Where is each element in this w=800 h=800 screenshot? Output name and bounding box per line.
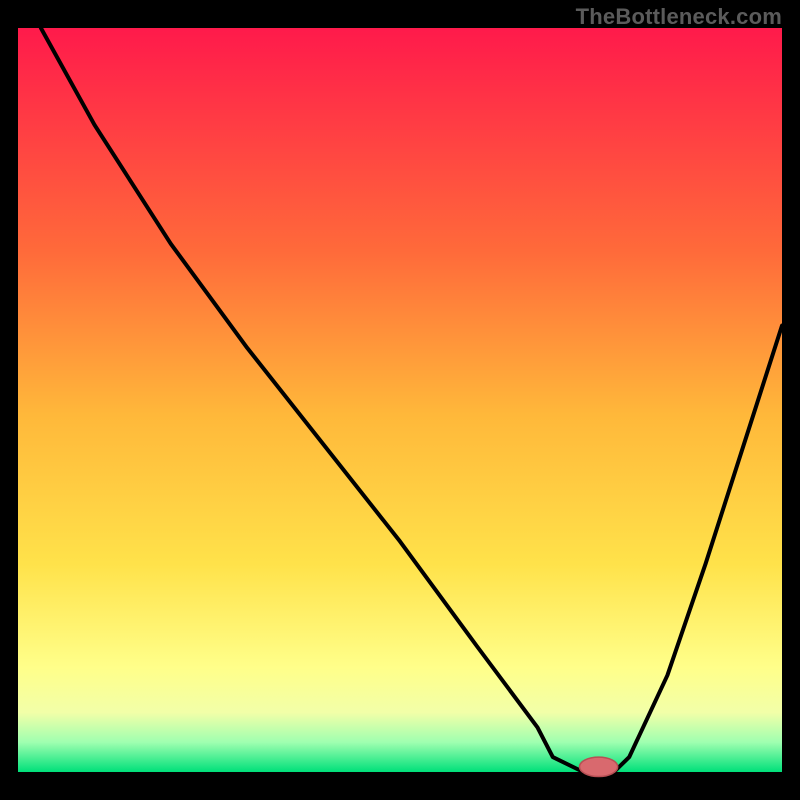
watermark-text: TheBottleneck.com — [576, 4, 782, 30]
optimal-marker — [580, 757, 618, 776]
chart-stage: TheBottleneck.com — [0, 0, 800, 800]
plot-background — [18, 28, 782, 772]
chart-svg — [0, 0, 800, 800]
